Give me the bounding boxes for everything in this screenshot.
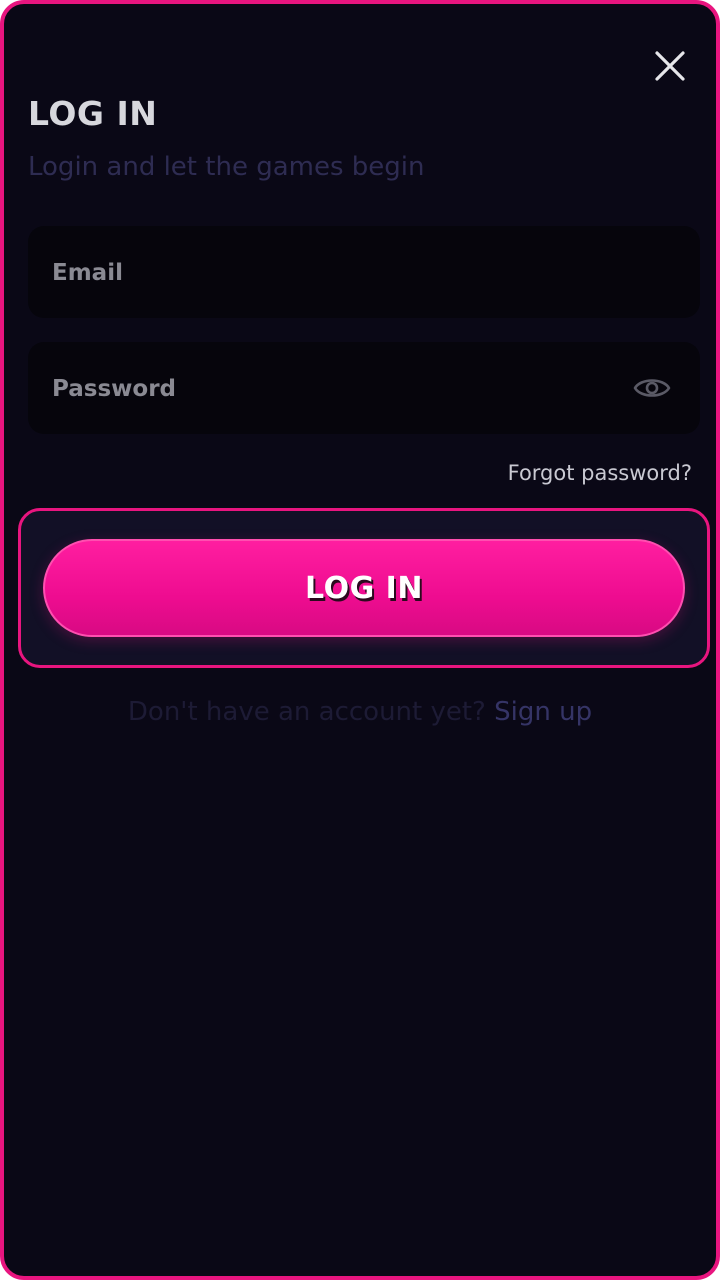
forgot-password-link[interactable]: Forgot password? [508, 458, 692, 488]
login-button-focus-ring: LOG IN [18, 508, 710, 668]
show-password-toggle[interactable] [632, 368, 672, 408]
login-button-label: LOG IN [305, 570, 423, 606]
page-subtitle: Login and let the games begin [28, 152, 425, 182]
password-field[interactable] [50, 342, 614, 436]
close-icon [655, 51, 685, 81]
eye-icon [633, 379, 671, 397]
signup-row: Don't have an account yet? Sign up [4, 694, 716, 730]
email-field[interactable] [50, 226, 614, 320]
password-field-container [28, 342, 700, 436]
login-modal: LOG IN Login and let the games begin For… [0, 0, 720, 1280]
email-field-container [28, 226, 700, 320]
close-button[interactable] [648, 44, 692, 88]
page-title: LOG IN [28, 94, 158, 133]
signup-link[interactable]: Sign up [494, 697, 592, 727]
signup-prompt: Don't have an account yet? [127, 697, 495, 727]
login-button[interactable]: LOG IN [43, 539, 685, 637]
